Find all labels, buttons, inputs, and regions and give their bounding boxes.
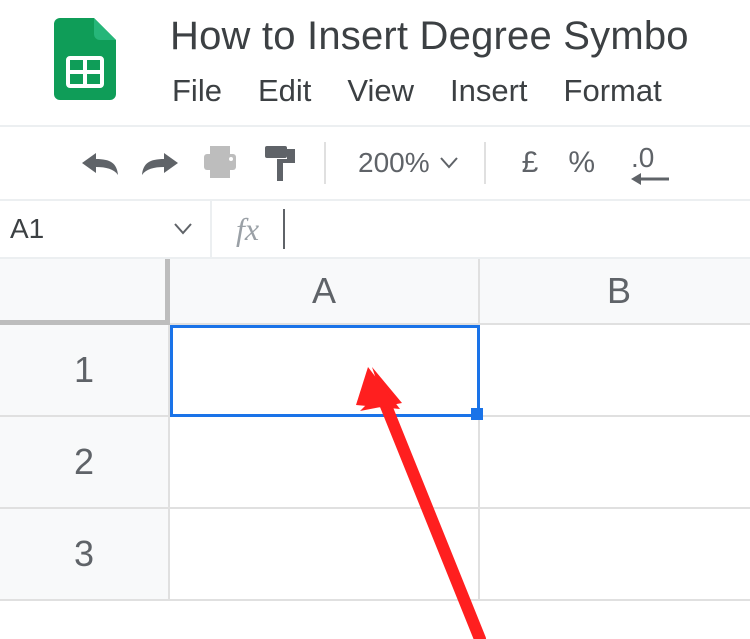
cell-B3[interactable] bbox=[480, 509, 750, 601]
app-logo-wrap bbox=[0, 12, 170, 100]
select-all-corner[interactable] bbox=[0, 259, 170, 325]
name-box-value: A1 bbox=[10, 213, 44, 245]
header: How to Insert Degree Symbo File Edit Vie… bbox=[0, 0, 750, 125]
column-header-A[interactable]: A bbox=[170, 259, 480, 325]
redo-button[interactable] bbox=[130, 138, 190, 188]
toolbar: 200% £ % .0 bbox=[0, 125, 750, 201]
formula-bar-row: A1 fx bbox=[0, 201, 750, 259]
paint-format-button[interactable] bbox=[250, 138, 310, 188]
menubar: File Edit View Insert Format bbox=[170, 59, 750, 125]
menu-view[interactable]: View bbox=[347, 73, 414, 109]
zoom-value: 200% bbox=[358, 147, 430, 179]
menu-file[interactable]: File bbox=[172, 73, 222, 109]
decrease-decimal-button[interactable]: .0 bbox=[625, 138, 675, 188]
cell-A2[interactable] bbox=[170, 417, 480, 509]
undo-button[interactable] bbox=[70, 138, 130, 188]
zoom-dropdown[interactable]: 200% bbox=[340, 147, 470, 179]
cell-B1[interactable] bbox=[480, 325, 750, 417]
caret-down-icon bbox=[440, 157, 458, 169]
menu-format[interactable]: Format bbox=[564, 73, 662, 109]
caret-down-icon bbox=[174, 223, 192, 235]
row-header-3[interactable]: 3 bbox=[0, 509, 170, 601]
cell-A3[interactable] bbox=[170, 509, 480, 601]
column-header-B[interactable]: B bbox=[480, 259, 750, 325]
title-area: How to Insert Degree Symbo File Edit Vie… bbox=[170, 12, 750, 125]
sheets-logo-icon[interactable] bbox=[54, 18, 116, 100]
cell-B2[interactable] bbox=[480, 417, 750, 509]
fx-icon: fx bbox=[210, 201, 277, 257]
percent-format-button[interactable]: % bbox=[568, 146, 595, 180]
toolbar-separator bbox=[324, 142, 326, 184]
print-button[interactable] bbox=[190, 138, 250, 188]
formula-input[interactable] bbox=[285, 201, 750, 257]
menu-edit[interactable]: Edit bbox=[258, 73, 311, 109]
row-header-1[interactable]: 1 bbox=[0, 325, 170, 417]
row-header-2[interactable]: 2 bbox=[0, 417, 170, 509]
name-box[interactable]: A1 bbox=[0, 213, 210, 245]
selection-overlay bbox=[170, 325, 480, 417]
menu-insert[interactable]: Insert bbox=[450, 73, 528, 109]
currency-format-button[interactable]: £ bbox=[522, 146, 539, 180]
document-title[interactable]: How to Insert Degree Symbo bbox=[170, 12, 750, 59]
spreadsheet-grid[interactable]: A B 1 2 3 bbox=[0, 259, 750, 639]
toolbar-separator bbox=[484, 142, 486, 184]
fill-handle[interactable] bbox=[471, 408, 483, 420]
